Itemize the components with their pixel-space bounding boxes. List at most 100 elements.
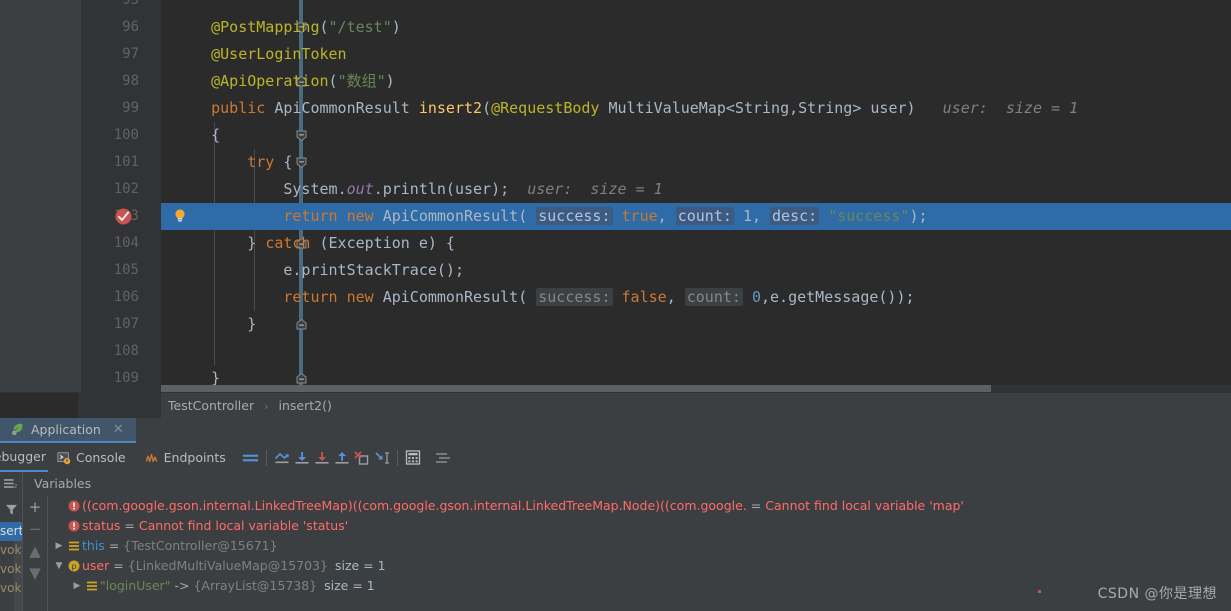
editor-left-strip: [0, 0, 72, 392]
param-icon: p: [66, 560, 82, 572]
code-line[interactable]: [161, 338, 1231, 365]
variable-assign-operator: =: [108, 538, 120, 553]
variable-row[interactable]: ((com.google.gson.internal.LinkedTreeMap…: [48, 496, 1231, 516]
line-number: 108: [113, 343, 139, 359]
variable-row[interactable]: status = Cannot find local variable 'statu…: [48, 516, 1231, 536]
remove-watch-button[interactable]: −: [23, 518, 47, 540]
code-line[interactable]: @PostMapping("/test"): [161, 14, 1231, 41]
frames-icon[interactable]: 2: [0, 472, 22, 496]
expand-arrow-icon[interactable]: ▶: [52, 536, 66, 556]
code-editor[interactable]: 9596979899100101102103104105106107108109…: [0, 0, 1231, 392]
breakpoint-icon[interactable]: [115, 208, 132, 225]
frame-list-item[interactable]: vok: [0, 579, 22, 598]
line-number: 95: [122, 0, 139, 8]
run-tab-application[interactable]: Application ✕: [0, 418, 136, 443]
collapse-arrow-icon[interactable]: ▼: [52, 556, 66, 576]
line-number: 101: [113, 154, 139, 170]
variable-size: size = 1: [324, 578, 375, 593]
code-line[interactable]: try {: [161, 149, 1231, 176]
variable-assign-operator: =: [750, 498, 762, 513]
variable-value: Cannot find local variable 'status': [138, 518, 349, 533]
editor-vertical-scrollbar[interactable]: [72, 0, 152, 392]
code-line[interactable]: [161, 0, 1231, 14]
variable-assign-operator: =: [113, 558, 124, 573]
debug-tool-window: Application ✕ ebugger Console: [0, 418, 1231, 611]
breadcrumb-corner-left: [0, 393, 78, 419]
error-icon: [66, 520, 82, 532]
watermark-dot: [1038, 590, 1041, 593]
tab-console[interactable]: Console: [48, 443, 135, 472]
debugger-toolbar[interactable]: ebugger Console: [0, 443, 1231, 472]
step-into-icon[interactable]: [312, 448, 332, 468]
variable-value: {TestController@15671}: [123, 538, 278, 553]
horizontal-scrollbar-thumb[interactable]: [161, 385, 991, 392]
filter-icon[interactable]: [0, 496, 22, 522]
svg-text:2: 2: [14, 484, 17, 490]
frame-list-item[interactable]: vok: [0, 541, 22, 560]
step-out-icon[interactable]: [332, 448, 352, 468]
expand-arrow-icon[interactable]: ▶: [70, 576, 84, 596]
line-number: 99: [122, 100, 139, 116]
svg-text:p: p: [72, 562, 77, 571]
line-number: 98: [122, 73, 139, 89]
toolbar-separator: [265, 449, 267, 466]
variable-name: this: [82, 538, 105, 553]
drop-frame-icon[interactable]: [352, 448, 372, 468]
execution-point-icon[interactable]: [272, 448, 292, 468]
code-line[interactable]: }: [161, 311, 1231, 338]
code-line[interactable]: e.printStackTrace();: [161, 257, 1231, 284]
code-content[interactable]: @PostMapping("/test") @UserLoginToken @A…: [161, 0, 1231, 392]
move-down-button[interactable]: ▼: [23, 562, 47, 584]
line-number: 104: [113, 235, 139, 251]
add-watch-button[interactable]: +: [23, 496, 47, 518]
variable-row[interactable]: ▼ p user = {LinkedMultiValueMap@15703} size =…: [48, 556, 1231, 576]
editor-horizontal-scrollbar[interactable]: [161, 385, 1231, 392]
close-icon[interactable]: ✕: [113, 422, 124, 437]
tab-debugger[interactable]: ebugger: [0, 443, 48, 472]
code-line[interactable]: @ApiOperation("数组"): [161, 68, 1231, 95]
line-number-gutter[interactable]: 9596979899100101102103104105106107108109: [81, 0, 147, 392]
variable-value: {ArrayList@15738}: [193, 578, 318, 593]
console-icon: [57, 451, 71, 465]
code-folding-gutter[interactable]: [147, 0, 307, 392]
variables-toolbar-column[interactable]: + − ▲ ▼: [23, 496, 47, 611]
tab-endpoints-label: Endpoints: [163, 450, 226, 465]
frame-list-item[interactable]: sert: [0, 522, 22, 541]
breadcrumb-item-method[interactable]: insert2(): [278, 398, 331, 413]
object-icon: [84, 580, 100, 592]
mute-breakpoints-icon[interactable]: [241, 448, 261, 468]
tab-debugger-label: ebugger: [0, 449, 46, 464]
frames-list[interactable]: sert vok vok vok: [0, 496, 22, 611]
object-icon: [66, 540, 82, 552]
variable-size: size = 1: [334, 558, 386, 573]
intention-bulb-icon[interactable]: [172, 208, 188, 224]
step-over-icon[interactable]: [292, 448, 312, 468]
frame-list-item[interactable]: vok: [0, 560, 22, 579]
error-icon: [66, 500, 82, 512]
code-line[interactable]: @UserLoginToken: [161, 41, 1231, 68]
line-number: 102: [113, 181, 139, 197]
list-settings-icon[interactable]: [433, 448, 453, 468]
endpoints-icon: [144, 451, 159, 465]
code-line[interactable]: return new ApiCommonResult( success: fal…: [161, 284, 1231, 311]
code-line[interactable]: } catch (Exception e) {: [161, 230, 1231, 257]
run-to-cursor-icon[interactable]: [372, 448, 392, 468]
watermark-text: CSDN @你是理想: [1097, 586, 1217, 602]
code-line[interactable]: return new ApiCommonResult( success: tru…: [161, 203, 1231, 230]
breadcrumb-bar: TestController › insert2(): [0, 392, 1231, 419]
breadcrumb[interactable]: TestController › insert2(): [168, 393, 332, 419]
code-line[interactable]: System.out.println(user); user: size = 1: [161, 176, 1231, 203]
variable-row[interactable]: ▶ this = {TestController@15671}: [48, 536, 1231, 556]
variable-name: status: [82, 518, 121, 533]
variables-tree[interactable]: ((com.google.gson.internal.LinkedTreeMap…: [48, 496, 1231, 611]
tab-endpoints[interactable]: Endpoints: [135, 443, 235, 472]
code-line[interactable]: public ApiCommonResult insert2(@RequestB…: [161, 95, 1231, 122]
move-up-button[interactable]: ▲: [23, 540, 47, 562]
code-line[interactable]: {: [161, 122, 1231, 149]
variable-row[interactable]: ▶ "loginUser" -> {ArrayList@15738} size = 1: [48, 576, 1231, 596]
calculator-icon[interactable]: [403, 448, 423, 468]
line-number: 97: [122, 46, 139, 62]
variable-name: user: [82, 558, 110, 573]
variable-name: ((com.google.gson.internal.LinkedTreeMap…: [82, 498, 747, 513]
breadcrumb-item-class[interactable]: TestController: [168, 398, 254, 413]
